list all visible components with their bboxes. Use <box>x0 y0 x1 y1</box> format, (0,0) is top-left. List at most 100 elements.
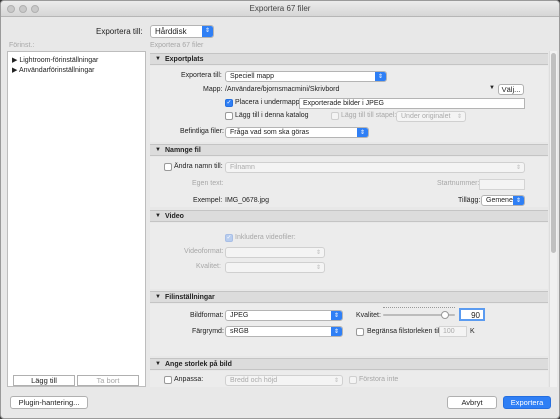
existing-files-value: Fråga vad som ska göras <box>230 129 309 136</box>
no-enlarge-checkbox[interactable] <box>349 376 357 384</box>
start-number-label: Startnummer: <box>437 180 480 187</box>
cancel-button[interactable]: Avbryt <box>447 396 497 409</box>
example-filename: IMG_0678.jpg <box>225 197 269 204</box>
chevron-updown-icon: ⇕ <box>513 196 524 205</box>
disclosure-down-icon: ▼ <box>155 147 161 153</box>
chevron-updown-icon: ⇕ <box>315 250 322 256</box>
section-header-file-settings[interactable]: ▼ Filinställningar <box>150 291 548 303</box>
extension-value: Gemener <box>486 197 516 204</box>
stack-position-value: Under originalet <box>401 113 451 120</box>
video-quality-label: Kvalitet: <box>196 263 221 270</box>
image-format-value: JPEG <box>230 312 249 319</box>
chevron-updown-icon: ⇕ <box>357 128 368 137</box>
section-title: Namnge fil <box>165 147 201 154</box>
include-video-label: Inkludera videofiler: <box>235 234 296 241</box>
quality-input[interactable]: 90 <box>459 308 485 321</box>
export-to-label: Exportera till: <box>96 27 143 36</box>
extension-select[interactable]: Gemener ⇕ <box>481 195 525 206</box>
main-title: Exportera 67 filer <box>150 42 204 49</box>
preset-group-user[interactable]: ▶ Användarförinställningar <box>12 66 94 74</box>
scrollbar[interactable] <box>549 51 557 387</box>
chevron-updown-icon: ⇕ <box>202 26 213 37</box>
stack-position-select[interactable]: Under originalet ⇕ <box>396 111 466 122</box>
close-window-icon[interactable] <box>7 5 15 13</box>
disclosure-down-icon: ▼ <box>155 294 161 300</box>
remove-preset-button[interactable]: Ta bort <box>77 375 139 386</box>
no-enlarge-label: Förstora inte <box>359 376 399 383</box>
example-label: Exempel: <box>193 197 223 204</box>
rename-checkbox[interactable] <box>164 163 172 171</box>
start-number-input[interactable] <box>479 179 525 190</box>
section-header-video[interactable]: ▼ Video <box>150 210 548 222</box>
preset-group-label: Användarförinställningar <box>18 67 95 74</box>
slider-knob[interactable] <box>441 311 449 319</box>
chevron-updown-icon: ⇕ <box>331 311 342 320</box>
add-to-catalog-label: Lägg till i denna katalog <box>235 112 309 119</box>
chevron-updown-icon: ⇕ <box>456 114 463 120</box>
section-header-naming[interactable]: ▼ Namnge fil <box>150 144 548 156</box>
section-body-video <box>150 223 548 289</box>
color-space-select[interactable]: sRGB ⇕ <box>225 326 343 337</box>
folder-path: /Användare/bjornsmacmini/Skrivbord <box>225 86 340 93</box>
chevron-updown-icon: ⇕ <box>331 327 342 336</box>
chevron-updown-icon: ⇕ <box>315 265 322 271</box>
section-title: Ange storlek på bild <box>165 361 232 368</box>
color-space-label: Färgrymd: <box>192 328 224 335</box>
export-to-select[interactable]: Hårddisk ⇕ <box>150 25 214 38</box>
disclosure-down-icon: ▼ <box>155 213 161 219</box>
limit-size-label: Begränsa filstorleken till: <box>367 328 443 335</box>
presets-panel: ▶ Lightroom-förinställningar ▶ Användarf… <box>7 51 146 387</box>
chevron-updown-icon: ⇕ <box>333 378 340 384</box>
resize-checkbox[interactable] <box>164 376 172 384</box>
chevron-updown-icon: ⇕ <box>375 72 386 81</box>
rename-template-select[interactable]: Filnamn ⇕ <box>225 162 525 173</box>
scrollbar-thumb[interactable] <box>551 53 556 253</box>
folder-history-arrow-icon[interactable]: ▼ <box>489 85 495 91</box>
add-preset-button[interactable]: Lägg till <box>13 375 75 386</box>
export-dialog: Exportera 67 filer Exportera till: Hårdd… <box>0 0 560 419</box>
video-format-select[interactable]: ⇕ <box>225 247 325 258</box>
add-to-stack-label: Lägg till till stapel: <box>341 112 397 119</box>
resize-fit-value: Bredd och höjd <box>230 377 278 384</box>
section-header-resize[interactable]: ▼ Ange storlek på bild <box>150 358 548 370</box>
resize-fit-select[interactable]: Bredd och höjd ⇕ <box>225 375 343 386</box>
minimize-window-icon[interactable] <box>19 5 27 13</box>
existing-files-select[interactable]: Fråga vad som ska göras ⇕ <box>225 127 369 138</box>
quality-slider[interactable] <box>383 307 455 321</box>
disclosure-down-icon: ▼ <box>155 56 161 62</box>
add-to-catalog-checkbox[interactable] <box>225 112 233 120</box>
preset-group-label: Lightroom-förinställningar <box>19 57 99 64</box>
folder-label: Mapp: <box>203 86 223 93</box>
export-location-value: Speciell mapp <box>230 73 274 80</box>
resize-fit-label: Anpassa: <box>174 376 204 383</box>
image-format-label: Bildformat: <box>190 312 224 319</box>
preset-group-lightroom[interactable]: ▶ Lightroom-förinställningar <box>12 56 98 64</box>
rename-label: Ändra namn till: <box>174 163 223 170</box>
chevron-updown-icon: ⇕ <box>515 165 522 171</box>
plugin-manager-button[interactable]: Plugin-hantering... <box>10 396 88 409</box>
disclosure-down-icon: ▼ <box>155 361 161 367</box>
subfolder-label: Placera i undermapp: <box>235 99 302 106</box>
custom-text-label: Egen text: <box>192 180 224 187</box>
add-to-stack-checkbox[interactable] <box>331 112 339 120</box>
disclosure-triangle-icon: ▶ <box>12 57 18 64</box>
section-header-export-location[interactable]: ▼ Exportplats <box>150 53 548 65</box>
limit-size-input[interactable]: 100 <box>439 326 467 337</box>
subfolder-input[interactable]: Exporterade bilder i JPEG <box>299 98 525 109</box>
window-title: Exportera 67 filer <box>249 4 311 13</box>
extension-label: Tillägg: <box>458 197 481 204</box>
quality-label: Kvalitet: <box>356 312 381 319</box>
section-title: Exportplats <box>165 56 204 63</box>
limit-size-checkbox[interactable] <box>356 328 364 336</box>
choose-folder-button[interactable]: Välj... <box>498 84 524 95</box>
export-location-select[interactable]: Speciell mapp ⇕ <box>225 71 387 82</box>
video-quality-select[interactable]: ⇕ <box>225 262 325 273</box>
zoom-window-icon[interactable] <box>31 5 39 13</box>
image-format-select[interactable]: JPEG ⇕ <box>225 310 343 321</box>
section-title: Video <box>165 213 184 220</box>
export-button[interactable]: Exportera <box>503 396 551 409</box>
include-video-checkbox[interactable]: ✓ <box>225 234 233 242</box>
existing-files-label: Befintliga filer: <box>180 128 224 135</box>
color-space-value: sRGB <box>230 328 249 335</box>
subfolder-checkbox[interactable]: ✓ <box>225 99 233 107</box>
